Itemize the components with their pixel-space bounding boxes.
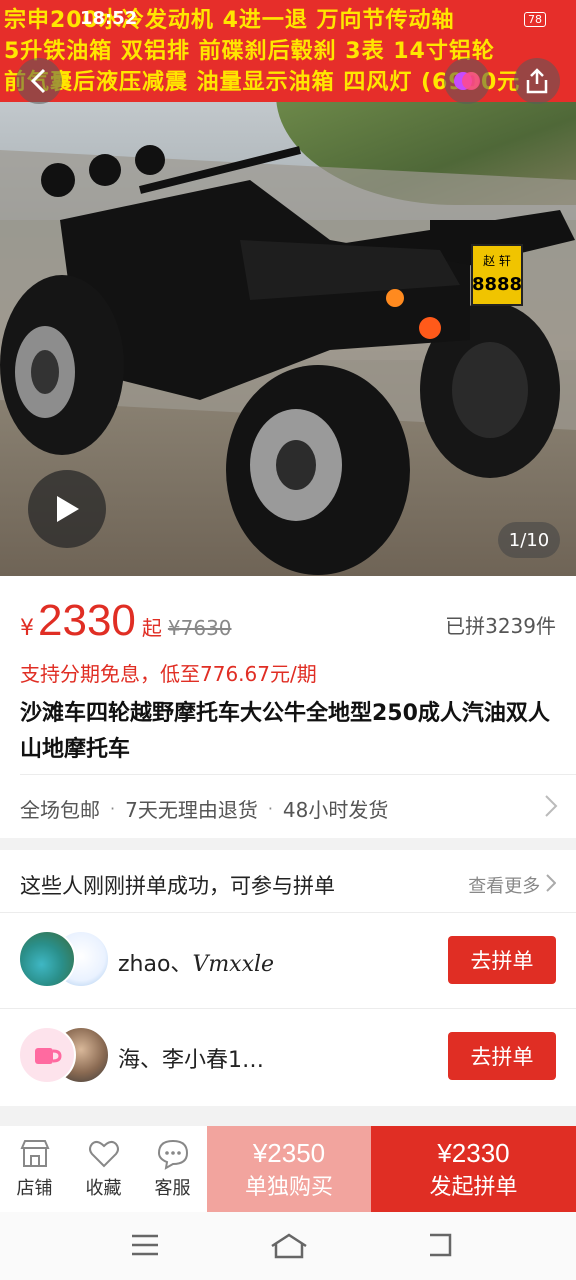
license-plate-top: 赵 轩 [483, 254, 511, 268]
product-title: 沙滩车四轮越野摩托车大公牛全地型250成人汽油双人山地摩托车 [20, 701, 550, 762]
solo-label: 单独购买 [244, 1174, 333, 1200]
separator: · [110, 799, 116, 818]
banner-line: 5升铁油箱 双铝排 前碟刹后毂刹 3表 14寸铝轮 [4, 39, 495, 64]
tab-favorite[interactable]: 收藏 [69, 1126, 138, 1212]
chevron-left-icon [30, 68, 46, 94]
group-row[interactable]: 海、李小春1… 去拼单 [0, 1008, 576, 1104]
play-video-button[interactable] [28, 470, 106, 548]
service-item: 48小时发货 [282, 798, 389, 822]
product-info-card: ¥ 2330 起 ¥7630 已拼3239件 支持分期免息，低至776.67元/… [0, 576, 576, 838]
play-icon [57, 496, 79, 522]
tab-label: 客服 [154, 1178, 191, 1199]
share-icon [526, 68, 548, 94]
group-buy-price: ¥2330 [437, 1137, 510, 1168]
menu-icon[interactable] [130, 1232, 160, 1258]
status-indicators: 78 [524, 12, 546, 27]
service-guarantees[interactable]: 全场包邮 · 7天无理由退货 · 48小时发货 [20, 794, 388, 823]
group-price: 2330 [38, 596, 136, 645]
solo-price: ¥2350 [252, 1137, 326, 1168]
participant-names-text: zhao、 [118, 952, 193, 977]
avatar-group [18, 1026, 110, 1086]
banner-line: 前气囊后液压减震 油量显示油箱 四风灯 (6900元 [4, 70, 521, 95]
join-group-button[interactable]: 去拼单 [448, 936, 556, 984]
store-icon [19, 1140, 50, 1167]
sold-count: 已拼3239件 [445, 614, 556, 638]
tab-store[interactable]: 店铺 [0, 1126, 69, 1212]
heart-icon [88, 1140, 119, 1168]
chevron-right-icon [545, 795, 558, 817]
participant-names: 海、李小春1… [118, 1048, 264, 1073]
chat-icon [157, 1139, 188, 1170]
separator: · [267, 799, 273, 818]
avatar [18, 930, 76, 988]
banner-line: 宗申200水冷发动机 4进一退 万向节传动轴 [4, 8, 455, 33]
see-more-link[interactable]: 查看更多 [468, 872, 557, 898]
status-time: 18:52 [80, 8, 138, 29]
start-group-buy-button[interactable]: ¥2330 发起拼单 [371, 1126, 576, 1212]
tab-label: 收藏 [85, 1178, 122, 1199]
image-counter: 1/10 [498, 522, 560, 558]
see-more-label: 查看更多 [468, 876, 541, 897]
product-image-carousel[interactable]: 赵 轩 8888 宗申200水冷发动机 4进一退 万向节传动轴 5升铁油箱 双铝… [0, 0, 576, 576]
price-row: ¥ 2330 起 ¥7630 [20, 596, 232, 646]
battery-icon: 78 [524, 12, 546, 27]
share-button[interactable] [514, 58, 560, 104]
tab-label: 店铺 [16, 1178, 53, 1199]
join-group-button[interactable]: 去拼单 [448, 1032, 556, 1080]
system-nav-bar [0, 1212, 576, 1280]
installment-info[interactable]: 支持分期免息，低至776.67元/期 [20, 658, 317, 687]
license-plate-number: 8888 [472, 274, 522, 295]
back-nav-icon[interactable] [424, 1232, 454, 1258]
group-buy-label: 发起拼单 [429, 1174, 518, 1200]
price-suffix: 起 [141, 616, 162, 640]
service-item: 全场包邮 [20, 798, 100, 822]
back-button[interactable] [16, 58, 62, 104]
buy-alone-button[interactable]: ¥2350 单独购买 [207, 1126, 371, 1212]
participant-names: zhao、Vmxxle [118, 946, 274, 978]
assistant-icon [454, 72, 480, 90]
group-heading: 这些人刚刚拼单成功，可参与拼单 [20, 874, 335, 898]
cup-icon [35, 1048, 62, 1064]
avatar [18, 1026, 76, 1084]
group-buy-card: 这些人刚刚拼单成功，可参与拼单 查看更多 zhao、Vmxxle 去拼单 海、李… [0, 850, 576, 1106]
bottom-action-bar: 店铺 收藏 客服 ¥2350 单独购买 ¥2330 发起拼单 [0, 1126, 576, 1212]
home-icon[interactable] [270, 1232, 308, 1260]
divider [20, 774, 576, 775]
participant-signature: Vmxxle [192, 952, 275, 977]
group-row[interactable]: zhao、Vmxxle 去拼单 [0, 912, 576, 1008]
chevron-right-icon [546, 874, 557, 892]
avatar-group [18, 930, 110, 990]
original-price: ¥7630 [167, 616, 232, 640]
currency-symbol: ¥ [20, 616, 34, 641]
assistant-button[interactable] [444, 58, 490, 104]
service-item: 7天无理由退货 [125, 798, 258, 822]
tab-customer-service[interactable]: 客服 [138, 1126, 207, 1212]
